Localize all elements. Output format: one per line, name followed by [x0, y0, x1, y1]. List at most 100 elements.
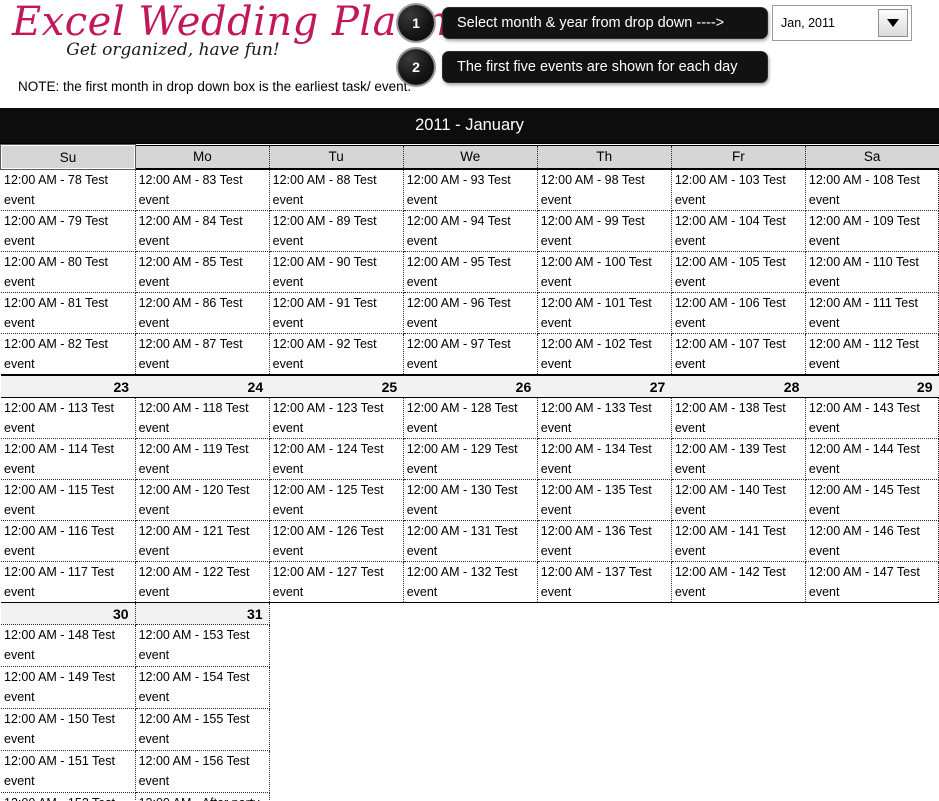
- day-header-we[interactable]: We: [403, 144, 538, 170]
- event-cell[interactable]: 12:00 AM - 81 Test event: [1, 292, 136, 334]
- date-cell[interactable]: 27: [537, 374, 672, 398]
- day-header-su[interactable]: Su: [0, 144, 137, 170]
- event-cell[interactable]: 12:00 AM - 78 Test event: [1, 169, 136, 211]
- date-cell[interactable]: 29: [805, 374, 939, 398]
- day-header-mo[interactable]: Mo: [135, 144, 270, 170]
- event-cell[interactable]: 12:00 AM - 118 Test event: [135, 397, 270, 439]
- event-cell[interactable]: 12:00 AM - 130 Test event: [403, 479, 538, 521]
- event-cell[interactable]: 12:00 AM - 145 Test event: [805, 479, 939, 521]
- event-cell[interactable]: 12:00 AM - 89 Test event: [269, 210, 404, 252]
- event-cell-empty: [671, 708, 806, 751]
- event-cell[interactable]: 12:00 AM - 108 Test event: [805, 169, 939, 211]
- event-cell[interactable]: 12:00 AM - 109 Test event: [805, 210, 939, 252]
- event-cell[interactable]: 12:00 AM - 141 Test event: [671, 520, 806, 562]
- day-header-sa[interactable]: Sa: [805, 144, 939, 170]
- event-cell[interactable]: 12:00 AM - 150 Test event: [1, 708, 136, 751]
- event-cell[interactable]: 12:00 AM - 110 Test event: [805, 251, 939, 293]
- event-cell[interactable]: 12:00 AM - 114 Test event: [1, 438, 136, 480]
- event-cell[interactable]: 12:00 AM - 121 Test event: [135, 520, 270, 562]
- event-cell[interactable]: 12:00 AM - 143 Test event: [805, 397, 939, 439]
- event-cell[interactable]: 12:00 AM - 115 Test event: [1, 479, 136, 521]
- event-cell[interactable]: 12:00 AM - 87 Test event: [135, 333, 270, 376]
- event-cell[interactable]: 12:00 AM - 136 Test event: [537, 520, 672, 562]
- event-cell[interactable]: 12:00 AM - 91 Test event: [269, 292, 404, 334]
- event-cell[interactable]: 12:00 AM - 99 Test event: [537, 210, 672, 252]
- event-cell[interactable]: 12:00 AM - 153 Test event: [135, 624, 270, 667]
- event-cell[interactable]: 12:00 AM - 100 Test event: [537, 251, 672, 293]
- day-header-th[interactable]: Th: [537, 144, 672, 170]
- event-cell[interactable]: 12:00 AM - 127 Test event: [269, 561, 404, 603]
- event-cell[interactable]: 12:00 AM - 149 Test event: [1, 666, 136, 709]
- event-cell[interactable]: 12:00 AM - After party: [135, 792, 270, 801]
- event-cell[interactable]: 12:00 AM - 104 Test event: [671, 210, 806, 252]
- event-cell[interactable]: 12:00 AM - 134 Test event: [537, 438, 672, 480]
- event-cell[interactable]: 12:00 AM - 151 Test event: [1, 750, 136, 793]
- event-cell[interactable]: 12:00 AM - 92 Test event: [269, 333, 404, 376]
- event-cell[interactable]: 12:00 AM - 120 Test event: [135, 479, 270, 521]
- event-cell[interactable]: 12:00 AM - 147 Test event: [805, 561, 939, 603]
- event-cell[interactable]: 12:00 AM - 85 Test event: [135, 251, 270, 293]
- event-cell[interactable]: 12:00 AM - 112 Test event: [805, 333, 939, 376]
- event-cell[interactable]: 12:00 AM - 156 Test event: [135, 750, 270, 793]
- event-cell[interactable]: 12:00 AM - 137 Test event: [537, 561, 672, 603]
- event-cell[interactable]: 12:00 AM - 148 Test event: [1, 624, 136, 667]
- event-cell[interactable]: 12:00 AM - 119 Test event: [135, 438, 270, 480]
- date-cell[interactable]: 24: [135, 374, 270, 398]
- event-cell[interactable]: 12:00 AM - 83 Test event: [135, 169, 270, 211]
- event-cell[interactable]: 12:00 AM - 86 Test event: [135, 292, 270, 334]
- event-cell[interactable]: 12:00 AM - 93 Test event: [403, 169, 538, 211]
- date-cell[interactable]: 25: [269, 374, 404, 398]
- date-cell[interactable]: 26: [403, 374, 538, 398]
- event-cell[interactable]: 12:00 AM - 96 Test event: [403, 292, 538, 334]
- event-cell[interactable]: 12:00 AM - 123 Test event: [269, 397, 404, 439]
- event-cell[interactable]: 12:00 AM - 79 Test event: [1, 210, 136, 252]
- event-cell[interactable]: 12:00 AM - 140 Test event: [671, 479, 806, 521]
- event-cell[interactable]: 12:00 AM - 105 Test event: [671, 251, 806, 293]
- event-cell[interactable]: 12:00 AM - 90 Test event: [269, 251, 404, 293]
- event-cell[interactable]: 12:00 AM - 132 Test event: [403, 561, 538, 603]
- event-cell[interactable]: 12:00 AM - 152 Test event: [1, 792, 136, 801]
- event-cell[interactable]: 12:00 AM - 113 Test event: [1, 397, 136, 439]
- event-cell[interactable]: 12:00 AM - 98 Test event: [537, 169, 672, 211]
- date-cell[interactable]: 30: [1, 602, 136, 625]
- event-cell[interactable]: 12:00 AM - 155 Test event: [135, 708, 270, 751]
- date-cell[interactable]: 28: [671, 374, 806, 398]
- date-cell[interactable]: 23: [1, 374, 136, 398]
- chevron-down-icon[interactable]: [878, 9, 908, 37]
- day-header-row: Su Mo Tu We Th Fr Sa: [0, 144, 939, 170]
- event-cell[interactable]: 12:00 AM - 133 Test event: [537, 397, 672, 439]
- day-header-fr[interactable]: Fr: [671, 144, 806, 170]
- event-cell[interactable]: 12:00 AM - 82 Test event: [1, 333, 136, 376]
- event-cell[interactable]: 12:00 AM - 126 Test event: [269, 520, 404, 562]
- event-cell[interactable]: 12:00 AM - 129 Test event: [403, 438, 538, 480]
- event-cell[interactable]: 12:00 AM - 122 Test event: [135, 561, 270, 603]
- event-cell[interactable]: 12:00 AM - 106 Test event: [671, 292, 806, 334]
- event-cell[interactable]: 12:00 AM - 88 Test event: [269, 169, 404, 211]
- event-cell[interactable]: 12:00 AM - 135 Test event: [537, 479, 672, 521]
- event-cell[interactable]: 12:00 AM - 84 Test event: [135, 210, 270, 252]
- event-cell[interactable]: 12:00 AM - 116 Test event: [1, 520, 136, 562]
- event-cell[interactable]: 12:00 AM - 131 Test event: [403, 520, 538, 562]
- day-header-tu[interactable]: Tu: [269, 144, 404, 170]
- event-cell[interactable]: 12:00 AM - 107 Test event: [671, 333, 806, 376]
- event-cell[interactable]: 12:00 AM - 125 Test event: [269, 479, 404, 521]
- month-year-dropdown[interactable]: Jan, 2011: [772, 5, 912, 41]
- event-cell[interactable]: 12:00 AM - 146 Test event: [805, 520, 939, 562]
- event-cell[interactable]: 12:00 AM - 97 Test event: [403, 333, 538, 376]
- event-cell[interactable]: 12:00 AM - 111 Test event: [805, 292, 939, 334]
- event-cell[interactable]: 12:00 AM - 138 Test event: [671, 397, 806, 439]
- event-cell[interactable]: 12:00 AM - 117 Test event: [1, 561, 136, 603]
- event-cell[interactable]: 12:00 AM - 94 Test event: [403, 210, 538, 252]
- event-cell[interactable]: 12:00 AM - 95 Test event: [403, 251, 538, 293]
- event-cell[interactable]: 12:00 AM - 80 Test event: [1, 251, 136, 293]
- date-cell[interactable]: 31: [135, 602, 270, 625]
- event-cell[interactable]: 12:00 AM - 139 Test event: [671, 438, 806, 480]
- event-cell[interactable]: 12:00 AM - 144 Test event: [805, 438, 939, 480]
- event-cell[interactable]: 12:00 AM - 101 Test event: [537, 292, 672, 334]
- event-cell[interactable]: 12:00 AM - 124 Test event: [269, 438, 404, 480]
- event-cell[interactable]: 12:00 AM - 103 Test event: [671, 169, 806, 211]
- event-cell[interactable]: 12:00 AM - 142 Test event: [671, 561, 806, 603]
- event-cell[interactable]: 12:00 AM - 102 Test event: [537, 333, 672, 376]
- event-cell[interactable]: 12:00 AM - 154 Test event: [135, 666, 270, 709]
- event-cell[interactable]: 12:00 AM - 128 Test event: [403, 397, 538, 439]
